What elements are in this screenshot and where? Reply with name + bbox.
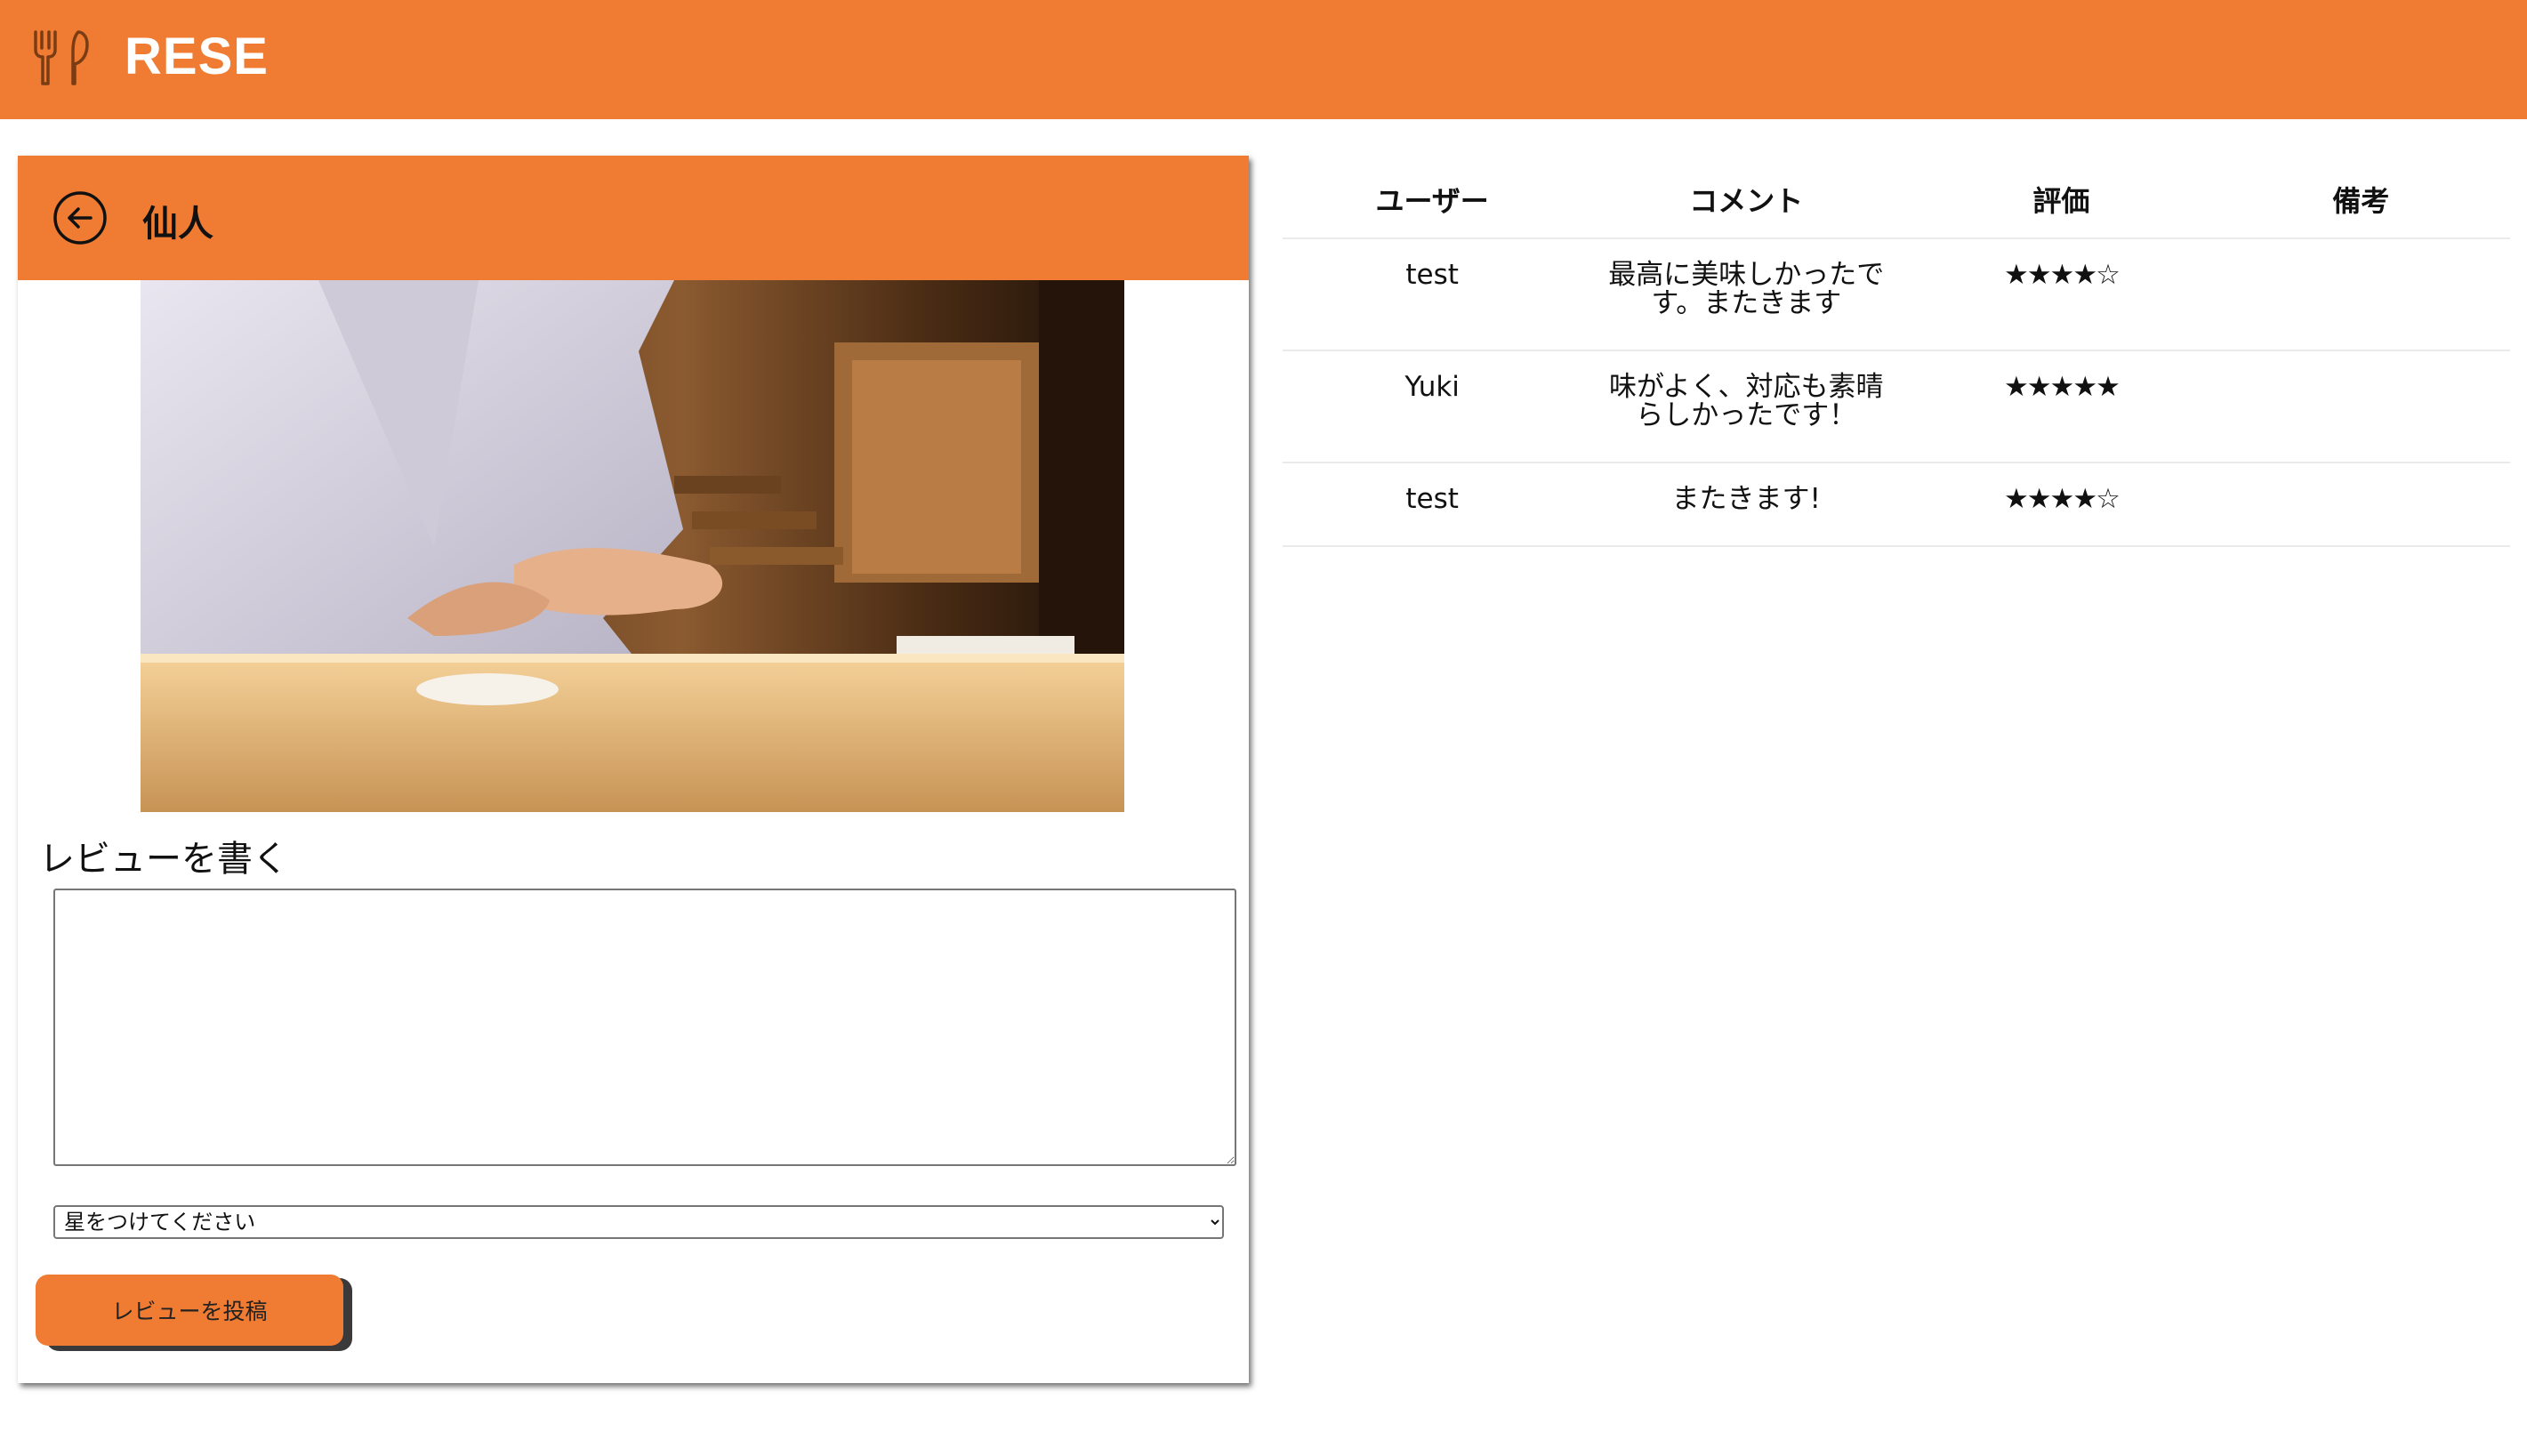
- app-title[interactable]: RESE: [125, 27, 269, 86]
- reviews-table: ユーザー コメント 評価 備考 test 最高に美味しかったです。またきます ★…: [1283, 160, 2510, 547]
- column-header-note: 備考: [2211, 160, 2510, 239]
- submit-review-button[interactable]: レビューを投稿: [36, 1275, 343, 1346]
- fork-knife-icon[interactable]: [32, 28, 93, 87]
- review-comment: またきます!: [1671, 483, 1821, 515]
- column-header-comment: コメント: [1581, 160, 1911, 239]
- arrow-left-circle-icon[interactable]: [52, 189, 109, 246]
- review-comment: 味がよく、対応も素晴らしかったです！: [1609, 371, 1884, 431]
- table-row: Yuki 味がよく、対応も素晴らしかったです！ ★★★★★: [1283, 350, 2510, 463]
- review-rating-stars: ★★★★★: [1911, 350, 2212, 463]
- review-rating-stars: ★★★★☆: [1911, 238, 2212, 351]
- review-note: [2211, 350, 2510, 463]
- table-row: test またきます! ★★★★☆: [1283, 463, 2510, 547]
- column-header-user: ユーザー: [1283, 160, 1582, 239]
- top-bar: RESE: [0, 0, 2527, 119]
- column-header-rating: 評価: [1911, 160, 2212, 239]
- table-row: test 最高に美味しかったです。またきます ★★★★☆: [1283, 238, 2510, 351]
- review-user: test: [1283, 463, 1582, 547]
- review-rating-stars: ★★★★☆: [1911, 463, 2212, 547]
- rating-select[interactable]: 星をつけてください: [53, 1205, 1224, 1239]
- shop-photo: [141, 280, 1124, 812]
- review-comment-input[interactable]: [53, 889, 1236, 1166]
- review-note: [2211, 238, 2510, 351]
- reviews-header-row: ユーザー コメント 評価 備考: [1283, 160, 2510, 239]
- review-comment: 最高に美味しかったです。またきます: [1608, 259, 1885, 319]
- shop-name: 仙人: [142, 204, 213, 245]
- review-user: test: [1283, 238, 1582, 351]
- review-user: Yuki: [1283, 350, 1582, 463]
- review-note: [2211, 463, 2510, 547]
- review-form-heading: レビューを書く: [39, 839, 288, 880]
- shop-header: 仙人: [18, 156, 1249, 280]
- shop-detail-card: 仙人 レビューを書く 星をつけてください レビューを投稿: [18, 156, 1249, 1383]
